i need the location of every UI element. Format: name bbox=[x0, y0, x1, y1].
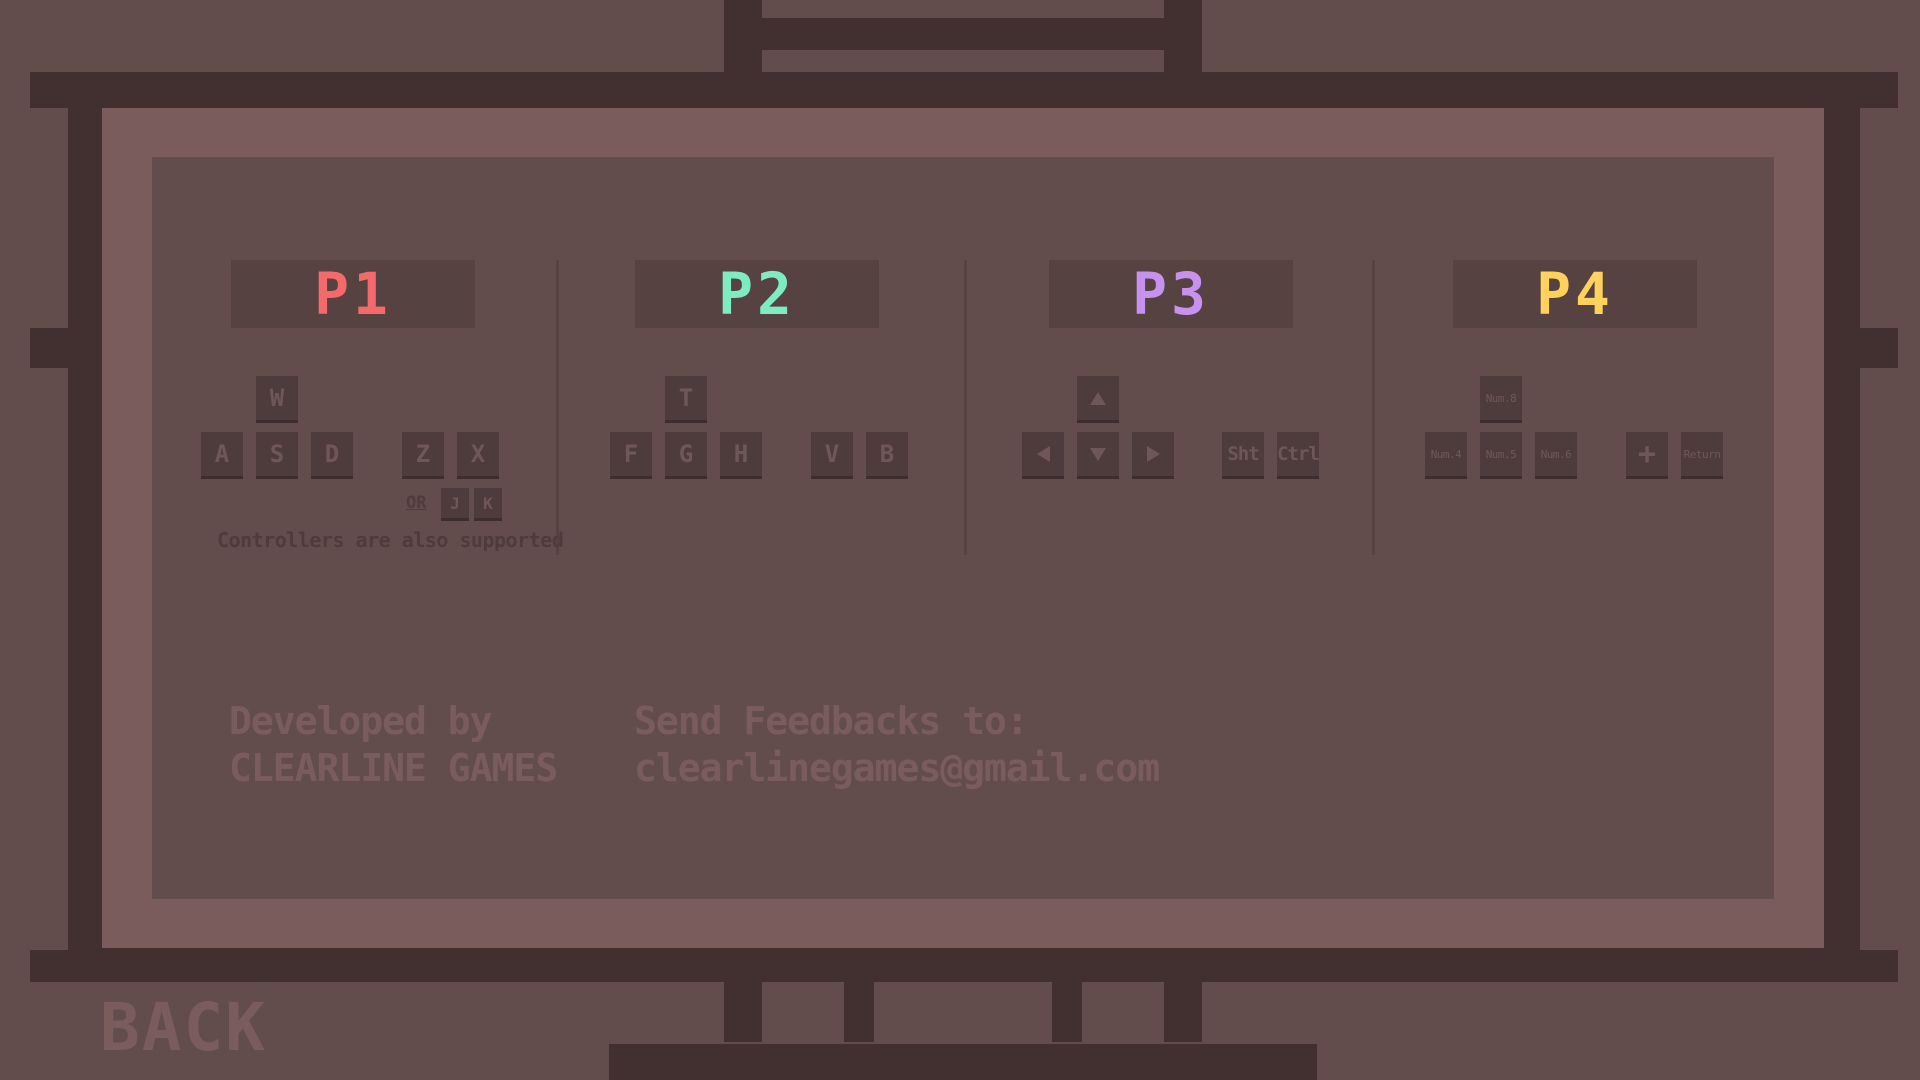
arrow-left-icon bbox=[1036, 446, 1050, 462]
key-plus: + bbox=[1626, 432, 1668, 476]
player-1-label: P1 bbox=[314, 260, 392, 328]
player-4-label: P4 bbox=[1536, 260, 1614, 328]
key-x: X bbox=[457, 432, 499, 476]
controllers-note: Controllers are also supported bbox=[217, 528, 564, 552]
arrow-up-key bbox=[1077, 376, 1119, 420]
player-2-header: P2 bbox=[635, 260, 879, 328]
player-1-header: P1 bbox=[231, 260, 475, 328]
key-b: B bbox=[866, 432, 908, 476]
studio-name: CLEARLINE GAMES bbox=[229, 746, 558, 790]
key-a: A bbox=[201, 432, 243, 476]
key-num5: Num.5 bbox=[1480, 432, 1522, 476]
key-num8: Num.8 bbox=[1480, 376, 1522, 420]
key-s: S bbox=[256, 432, 298, 476]
arrow-up-icon bbox=[1090, 391, 1106, 405]
feedback-credit: Send Feedbacks to: clearlinegames@gmail.… bbox=[634, 698, 1160, 792]
developer-credit: Developed by CLEARLINE GAMES bbox=[229, 698, 558, 792]
key-v: V bbox=[811, 432, 853, 476]
or-label: OR bbox=[406, 493, 427, 513]
player-3-header: P3 bbox=[1049, 260, 1293, 328]
key-num4: Num.4 bbox=[1425, 432, 1467, 476]
key-k: K bbox=[474, 488, 502, 518]
key-g: G bbox=[665, 432, 707, 476]
column-divider bbox=[556, 260, 559, 555]
column-divider bbox=[1372, 260, 1375, 555]
arrow-left-key bbox=[1022, 432, 1064, 476]
player-4-header: P4 bbox=[1453, 260, 1697, 328]
key-ctrl: Ctrl bbox=[1277, 432, 1320, 476]
feedback-label: Send Feedbacks to: bbox=[634, 699, 1029, 743]
key-return: Return bbox=[1681, 432, 1723, 476]
key-w: W bbox=[256, 376, 298, 420]
key-t: T bbox=[665, 376, 707, 420]
developed-by-label: Developed by bbox=[229, 699, 493, 743]
key-j: J bbox=[441, 488, 469, 518]
arrow-right-icon bbox=[1146, 446, 1160, 462]
back-button[interactable]: BACK bbox=[100, 995, 267, 1061]
key-num6: Num.6 bbox=[1535, 432, 1577, 476]
key-z: Z bbox=[402, 432, 444, 476]
arrow-right-key bbox=[1132, 432, 1174, 476]
key-h: H bbox=[720, 432, 762, 476]
key-shift: Sht bbox=[1222, 432, 1264, 476]
arrow-down-icon bbox=[1090, 447, 1106, 461]
key-f: F bbox=[610, 432, 652, 476]
column-divider bbox=[964, 260, 967, 555]
player-2-label: P2 bbox=[718, 260, 796, 328]
key-d: D bbox=[311, 432, 353, 476]
feedback-email: clearlinegames@gmail.com bbox=[634, 746, 1160, 790]
player-3-label: P3 bbox=[1132, 260, 1210, 328]
arrow-down-key bbox=[1077, 432, 1119, 476]
